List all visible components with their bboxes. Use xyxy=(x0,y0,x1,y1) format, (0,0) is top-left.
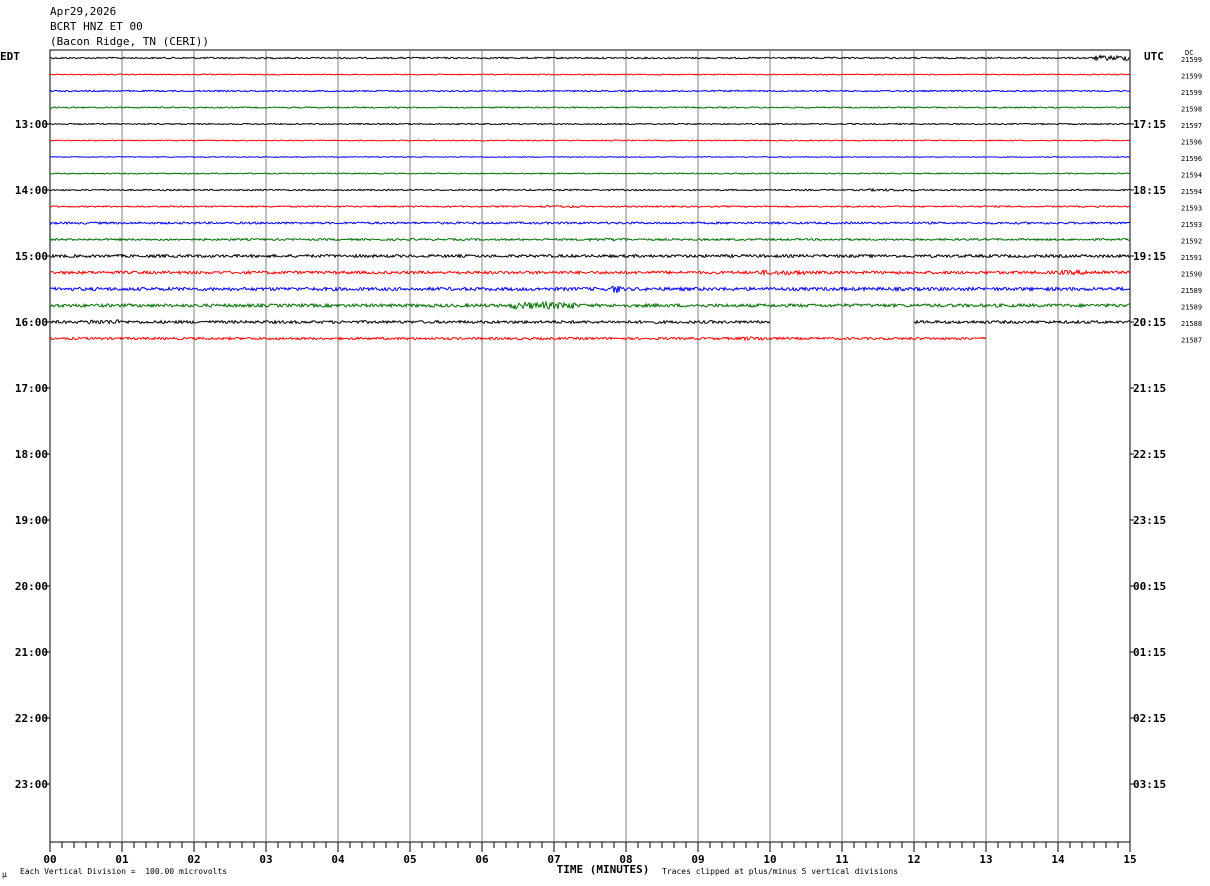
edt-hour-label: 21:00 xyxy=(15,646,48,659)
edt-hour-label: 20:00 xyxy=(15,580,48,593)
seismic-trace xyxy=(49,237,1131,243)
utc-hour-label: 20:15 xyxy=(1133,316,1166,329)
corner-mark: µ xyxy=(2,870,7,879)
seismic-trace xyxy=(49,172,1131,175)
seismic-trace xyxy=(49,253,1131,259)
seismic-trace xyxy=(49,89,1131,93)
x-tick-label: 04 xyxy=(331,853,345,866)
x-tick-label: 06 xyxy=(475,853,489,866)
edt-hour-label: 14:00 xyxy=(15,184,48,197)
dc-offset-value: 21598 xyxy=(1181,106,1202,114)
seismic-trace xyxy=(49,106,1131,109)
dc-offset-value: 21589 xyxy=(1181,287,1202,295)
utc-hour-label: 01:15 xyxy=(1133,646,1166,659)
utc-hour-label: 02:15 xyxy=(1133,712,1166,725)
dc-offset-value: 21599 xyxy=(1181,89,1202,97)
edt-hour-label: 13:00 xyxy=(15,118,48,131)
dc-offset-value: 21593 xyxy=(1181,205,1202,213)
dc-offset-value: 21592 xyxy=(1181,238,1202,246)
dc-offset-value: 21596 xyxy=(1181,139,1202,147)
seismic-trace xyxy=(49,73,1131,76)
seismic-trace xyxy=(49,268,1131,277)
x-tick-label: 14 xyxy=(1051,853,1065,866)
x-tick-label: 05 xyxy=(403,853,416,866)
x-tick-label: 09 xyxy=(691,853,704,866)
x-tick-label: 10 xyxy=(763,853,776,866)
seismic-trace xyxy=(49,54,1131,62)
seismic-trace xyxy=(49,204,1131,209)
dc-offset-value: 21597 xyxy=(1181,122,1202,130)
edt-hour-label: 18:00 xyxy=(15,448,48,461)
seismic-trace xyxy=(49,139,1131,142)
x-axis-title: TIME (MINUTES) xyxy=(557,863,650,876)
dc-offset-value: 21591 xyxy=(1181,254,1202,262)
edt-hour-label: 19:00 xyxy=(15,514,48,527)
utc-hour-label: 17:15 xyxy=(1133,118,1166,131)
seismic-trace xyxy=(49,220,1131,226)
dc-offset-value: 21593 xyxy=(1181,221,1202,229)
utc-hour-label: 18:15 xyxy=(1133,184,1166,197)
x-tick-label: 03 xyxy=(259,853,272,866)
dc-offset-value: 21594 xyxy=(1181,172,1202,180)
edt-hour-label: 23:00 xyxy=(15,778,48,791)
x-tick-label: 12 xyxy=(907,853,920,866)
seismic-trace xyxy=(49,285,1131,294)
edt-hour-label: 22:00 xyxy=(15,712,48,725)
seismic-trace xyxy=(49,122,1131,126)
dc-offset-value: 21599 xyxy=(1181,56,1202,64)
seismic-trace xyxy=(49,300,1131,310)
dc-offset-value: 21599 xyxy=(1181,73,1202,81)
dc-offset-value: 21596 xyxy=(1181,155,1202,163)
utc-hour-label: 19:15 xyxy=(1133,250,1166,263)
scale-note: Each Vertical Division = 100.00 microvol… xyxy=(20,867,228,876)
x-tick-label: 00 xyxy=(43,853,56,866)
dc-offset-value: 21588 xyxy=(1181,320,1202,328)
utc-hour-label: 21:15 xyxy=(1133,382,1166,395)
utc-hour-label: 00:15 xyxy=(1133,580,1166,593)
seismic-trace xyxy=(49,336,987,342)
x-tick-label: 15 xyxy=(1123,853,1136,866)
utc-hour-label: 03:15 xyxy=(1133,778,1166,791)
helicorder-plot: 00 01 02 03 04 05 06 07 08 09 10 11 12 13 14 15TIME (MI… xyxy=(15,49,1202,876)
plot-frame xyxy=(49,49,1131,843)
dc-offset-value: 21590 xyxy=(1181,271,1202,279)
edt-hour-label: 16:00 xyxy=(15,316,48,329)
seismic-trace xyxy=(913,319,1131,325)
dc-offset-value: 21589 xyxy=(1181,304,1202,312)
x-tick-label: 11 xyxy=(835,853,849,866)
dc-offset-value: 21594 xyxy=(1181,188,1202,196)
utc-hour-label: 22:15 xyxy=(1133,448,1166,461)
seismic-trace xyxy=(49,155,1131,158)
utc-hour-label: 23:15 xyxy=(1133,514,1166,527)
x-tick-label: 01 xyxy=(115,853,129,866)
clip-note: Traces clipped at plus/minus 5 vertical … xyxy=(662,867,899,876)
seismic-trace xyxy=(49,187,1130,193)
edt-hour-label: 15:00 xyxy=(15,250,48,263)
x-tick-label: 02 xyxy=(187,853,200,866)
dc-offset-value: 21587 xyxy=(1181,337,1202,345)
edt-hour-label: 17:00 xyxy=(15,382,48,395)
x-tick-label: 13 xyxy=(979,853,992,866)
